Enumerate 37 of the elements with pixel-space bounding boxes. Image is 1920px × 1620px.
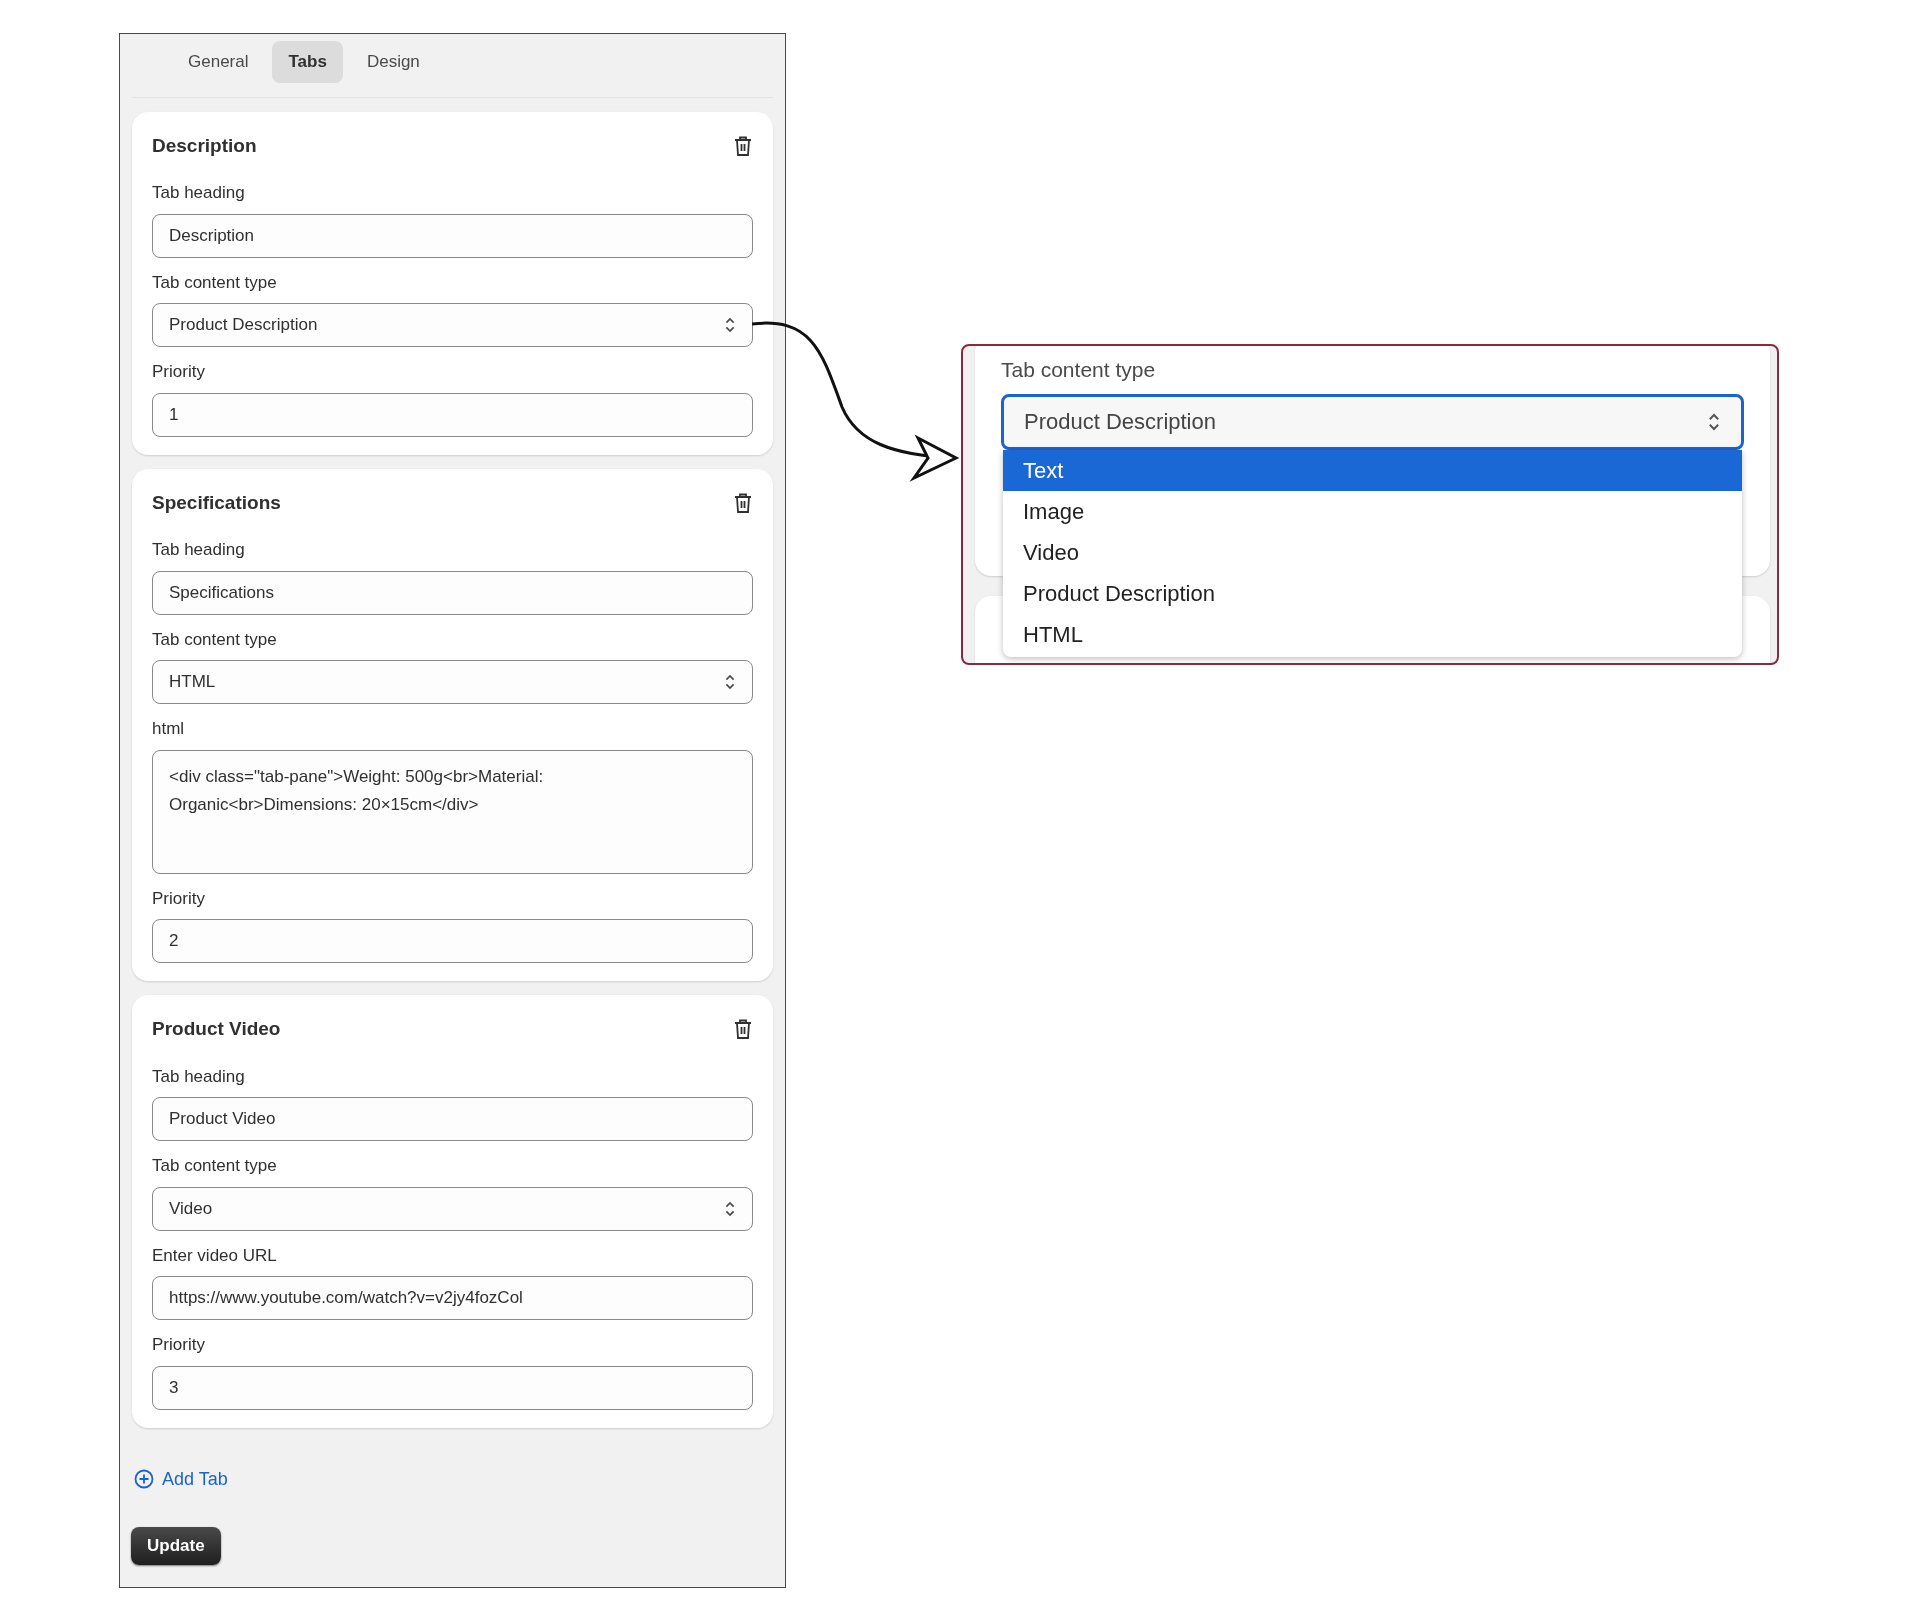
add-tab-link[interactable]: Add Tab: [134, 1465, 228, 1493]
dropdown-option[interactable]: Video: [1003, 531, 1742, 573]
update-button[interactable]: Update: [131, 1526, 221, 1565]
select-dropdown[interactable]: HTML: [152, 660, 753, 704]
text-input[interactable]: https://www.youtube.com/watch?v=v2jy4fozCol: [152, 1276, 753, 1320]
field-label: Tab heading: [152, 1065, 245, 1088]
field-label: Tab content type: [152, 271, 277, 294]
text-input[interactable]: 1: [152, 392, 753, 437]
select-dropdown[interactable]: Product Description: [152, 303, 753, 347]
select-dropdown[interactable]: Video: [152, 1186, 753, 1231]
text-input[interactable]: 2: [152, 919, 753, 963]
field-label: Tab content type: [152, 628, 277, 651]
text-input[interactable]: Specifications: [152, 570, 753, 615]
card-title: Specifications: [152, 490, 281, 515]
dropdown-option[interactable]: Text: [1003, 449, 1742, 491]
field-label: Priority: [152, 1334, 205, 1356]
dropdown-option[interactable]: Image: [1003, 490, 1742, 532]
card-title: Product Video: [152, 1017, 281, 1041]
tab[interactable]: Design: [350, 41, 436, 83]
card-title: Description: [152, 133, 257, 158]
tab[interactable]: General: [172, 41, 265, 83]
text-input[interactable]: Description: [152, 213, 753, 258]
tab[interactable]: Tabs: [272, 41, 343, 83]
field-label: Tab content type: [152, 1155, 277, 1177]
dropdown-option[interactable]: Product Description: [1003, 572, 1742, 614]
field-label: html: [152, 718, 185, 740]
text-input[interactable]: Product Video: [152, 1097, 753, 1141]
select-dropdown[interactable]: Product Description: [1001, 393, 1744, 450]
text-input[interactable]: 3: [152, 1365, 753, 1410]
field-label: Priority: [152, 361, 205, 383]
field-label: Tab heading: [152, 182, 245, 204]
field-label: Tab heading: [152, 539, 245, 561]
field-label: Tab content type: [1001, 357, 1156, 383]
dropdown-option[interactable]: HTML: [1003, 613, 1742, 655]
field-label: Enter video URL: [152, 1244, 277, 1267]
field-label: Priority: [152, 887, 205, 910]
text-area[interactable]: <div class="tab-pane">Weight: 500g<br>Material: Organic<br>Dimensions: 20×15cm</div>: [152, 749, 753, 874]
